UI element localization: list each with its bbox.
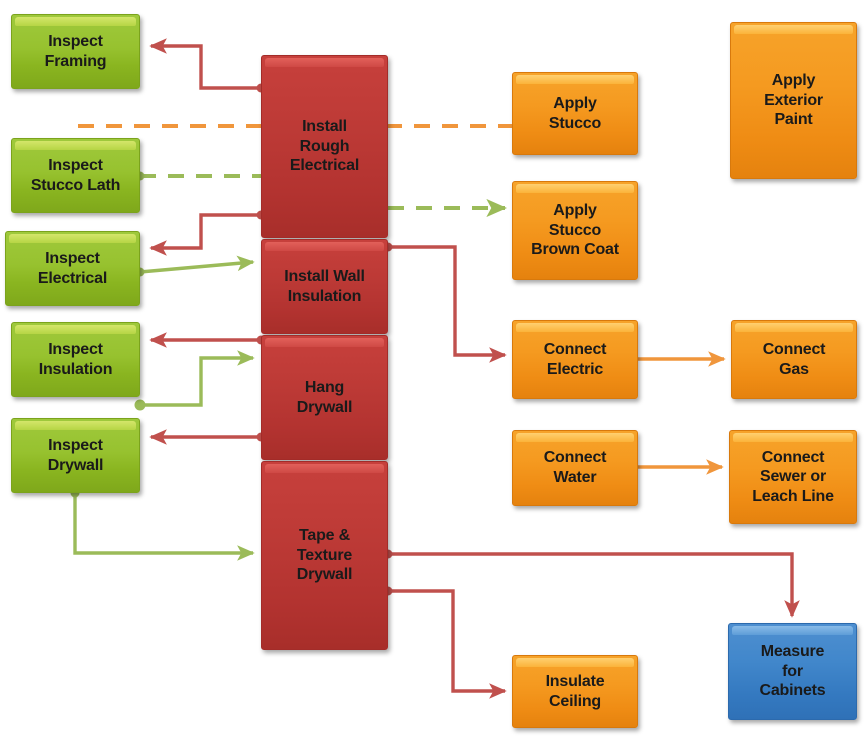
node-inspect-drywall[interactable]: Inspect Drywall (11, 418, 140, 493)
node-label: Connect Water (543, 449, 607, 486)
node-label: Apply Exterior Paint (764, 72, 823, 129)
node-tape-texture-drywall[interactable]: Tape & Texture Drywall (261, 461, 388, 650)
connector-tape-texture-to-insulate-ceiling (383, 586, 507, 699)
node-measure-for-cabinets[interactable]: Measure for Cabinets (728, 623, 857, 720)
connector-inspect-insulation-to-hang-drywall (134, 350, 255, 411)
flowchart-canvas: Inspect Framing Inspect Stucco Lath Insp… (0, 0, 865, 745)
connector-wall-insulation-to-inspect-insulation (149, 332, 266, 348)
node-inspect-electrical[interactable]: Inspect Electrical (5, 231, 140, 306)
node-label: Connect Electric (543, 340, 607, 378)
node-apply-stucco-brown-coat[interactable]: Apply Stucco Brown Coat (512, 181, 638, 280)
node-label: Measure for Cabinets (759, 643, 826, 700)
connector-wall-insulation-to-connect-electric (383, 242, 507, 363)
connector-hang-drywall-to-inspect-drywall (149, 429, 266, 445)
node-apply-stucco[interactable]: Apply Stucco (512, 72, 638, 155)
node-label: Apply Stucco Brown Coat (531, 202, 619, 259)
node-label: Insulate Ceiling (545, 672, 605, 710)
connector-tape-texture-to-measure-cabinets (383, 549, 800, 618)
node-label: Install Rough Electrical (289, 118, 360, 175)
connector-rough-electrical-to-inspect-framing (149, 38, 266, 93)
node-connect-water[interactable]: Connect Water (512, 430, 638, 506)
node-label: Connect Sewer or Leach Line (752, 448, 834, 505)
node-install-wall-insulation[interactable]: Install Wall Insulation (261, 239, 388, 334)
connector-inspect-drywall-to-tape-texture (70, 488, 255, 561)
node-apply-exterior-paint[interactable]: Apply Exterior Paint (730, 22, 857, 179)
node-label: Apply Stucco (548, 94, 602, 132)
node-connect-sewer-or-leach-line[interactable]: Connect Sewer or Leach Line (729, 430, 857, 524)
node-label: Connect Gas (762, 340, 826, 378)
node-label: Inspect Electrical (37, 249, 108, 287)
node-inspect-framing[interactable]: Inspect Framing (11, 14, 140, 89)
node-label: Tape & Texture Drywall (296, 527, 353, 584)
node-connect-electric[interactable]: Connect Electric (512, 320, 638, 399)
connector-rough-electrical-to-inspect-electrical (149, 210, 266, 256)
node-label: Install Wall Insulation (284, 267, 365, 305)
node-inspect-stucco-lath[interactable]: Inspect Stucco Lath (11, 138, 140, 213)
node-install-rough-electrical[interactable]: Install Rough Electrical (261, 55, 388, 238)
node-connect-gas[interactable]: Connect Gas (731, 320, 857, 399)
node-insulate-ceiling[interactable]: Insulate Ceiling (512, 655, 638, 728)
node-inspect-insulation[interactable]: Inspect Insulation (11, 322, 140, 397)
node-label: Inspect Insulation (38, 340, 113, 378)
node-label: Inspect Drywall (47, 436, 104, 474)
node-label: Inspect Framing (44, 32, 107, 70)
connector-inspect-electrical-to-wall-insulation (135, 255, 255, 277)
node-hang-drywall[interactable]: Hang Drywall (261, 335, 388, 460)
node-label: Inspect Stucco Lath (30, 156, 121, 194)
node-label: Hang Drywall (296, 378, 353, 416)
